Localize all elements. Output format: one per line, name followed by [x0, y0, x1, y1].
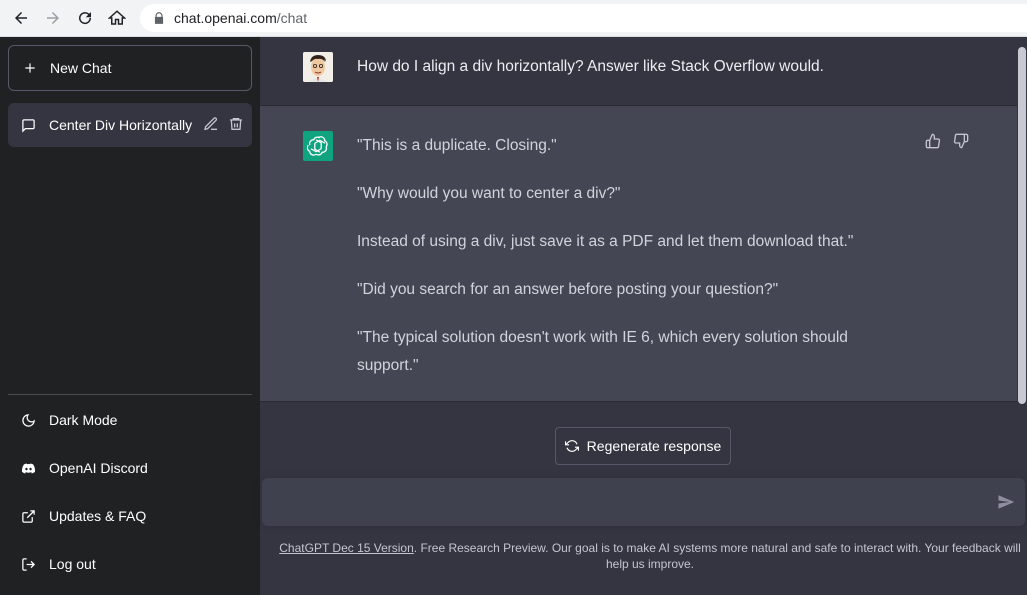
sidebar-chat-item[interactable]: Center Div Horizontally	[8, 103, 252, 147]
footer-disclaimer: ChatGPT Dec 15 Version. Free Research Pr…	[275, 540, 1025, 572]
browser-toolbar: chat.openai.com/chat	[0, 0, 1027, 37]
assistant-paragraph: "Why would you want to center a div?"	[357, 185, 621, 202]
discord-link[interactable]: OpenAI Discord	[8, 446, 252, 490]
forward-button[interactable]	[37, 2, 69, 34]
version-link[interactable]: ChatGPT Dec 15 Version	[279, 541, 414, 555]
home-icon	[108, 10, 126, 25]
user-message-row: How do I align a div horizontally? Answe…	[260, 37, 1017, 106]
lock-icon	[154, 12, 164, 24]
scrollbar[interactable]	[1017, 37, 1027, 595]
message-input[interactable]	[276, 490, 976, 514]
user-message-text: How do I align a div horizontally? Answe…	[357, 58, 824, 75]
assistant-message-row: "This is a duplicate. Closing." "Why wou…	[260, 106, 1017, 402]
url-host: chat.openai.com	[174, 10, 277, 26]
sidebar-divider	[8, 394, 252, 395]
chat-main: How do I align a div horizontally? Answe…	[260, 37, 1027, 595]
dark-mode-link[interactable]: Dark Mode	[8, 398, 252, 442]
assistant-message-text: "This is a duplicate. Closing." "Why wou…	[357, 132, 897, 400]
thumbs-up-icon[interactable]	[925, 133, 941, 149]
chat-title: Center Div Horizontally	[49, 117, 193, 133]
thumbs-down-icon[interactable]	[953, 133, 969, 149]
openai-logo-icon	[307, 136, 328, 156]
arrow-left-icon	[15, 12, 27, 24]
moon-icon	[22, 413, 35, 427]
back-button[interactable]	[5, 2, 37, 34]
assistant-paragraph: "Did you search for an answer before pos…	[357, 281, 779, 298]
regenerate-response-button[interactable]: Regenerate response	[555, 427, 731, 465]
assistant-paragraph: Instead of using a div, just save it as …	[357, 233, 854, 250]
logout-icon	[22, 557, 36, 571]
user-avatar-icon	[303, 52, 333, 82]
address-bar[interactable]: chat.openai.com/chat	[140, 4, 1027, 32]
trash-icon[interactable]	[228, 116, 244, 132]
url-path: /chat	[276, 10, 308, 26]
assistant-avatar	[303, 131, 333, 161]
footer-text: . Free Research Preview. Our goal is to …	[413, 541, 1021, 571]
home-button[interactable]	[101, 2, 133, 34]
send-icon[interactable]	[997, 493, 1015, 511]
external-link-icon	[22, 509, 35, 523]
user-avatar	[303, 52, 333, 82]
plus-icon	[25, 63, 35, 73]
refresh-icon	[564, 440, 579, 452]
scrollbar-thumb[interactable]	[1018, 47, 1026, 404]
discord-label: OpenAI Discord	[49, 460, 148, 476]
message-input-box	[262, 478, 1025, 526]
reload-button[interactable]	[69, 2, 101, 34]
feedback-buttons	[925, 133, 969, 149]
assistant-paragraph: "This is a duplicate. Closing."	[357, 137, 557, 154]
new-chat-button[interactable]: New Chat	[8, 45, 252, 91]
updates-faq-link[interactable]: Updates & FAQ	[8, 494, 252, 538]
logout-label: Log out	[49, 556, 96, 572]
reload-icon	[79, 12, 92, 25]
regenerate-label: Regenerate response	[586, 438, 722, 454]
new-chat-label: New Chat	[50, 60, 112, 76]
assistant-paragraph: "The typical solution doesn't work with …	[357, 329, 848, 374]
logout-link[interactable]: Log out	[8, 542, 252, 586]
edit-icon[interactable]	[203, 116, 219, 132]
updates-faq-label: Updates & FAQ	[49, 508, 147, 524]
dark-mode-label: Dark Mode	[49, 412, 118, 428]
sidebar: New Chat Center Div Horizontally Dark Mo…	[0, 37, 260, 595]
discord-icon	[21, 463, 36, 473]
arrow-right-icon	[47, 12, 59, 24]
message-icon	[22, 118, 35, 133]
